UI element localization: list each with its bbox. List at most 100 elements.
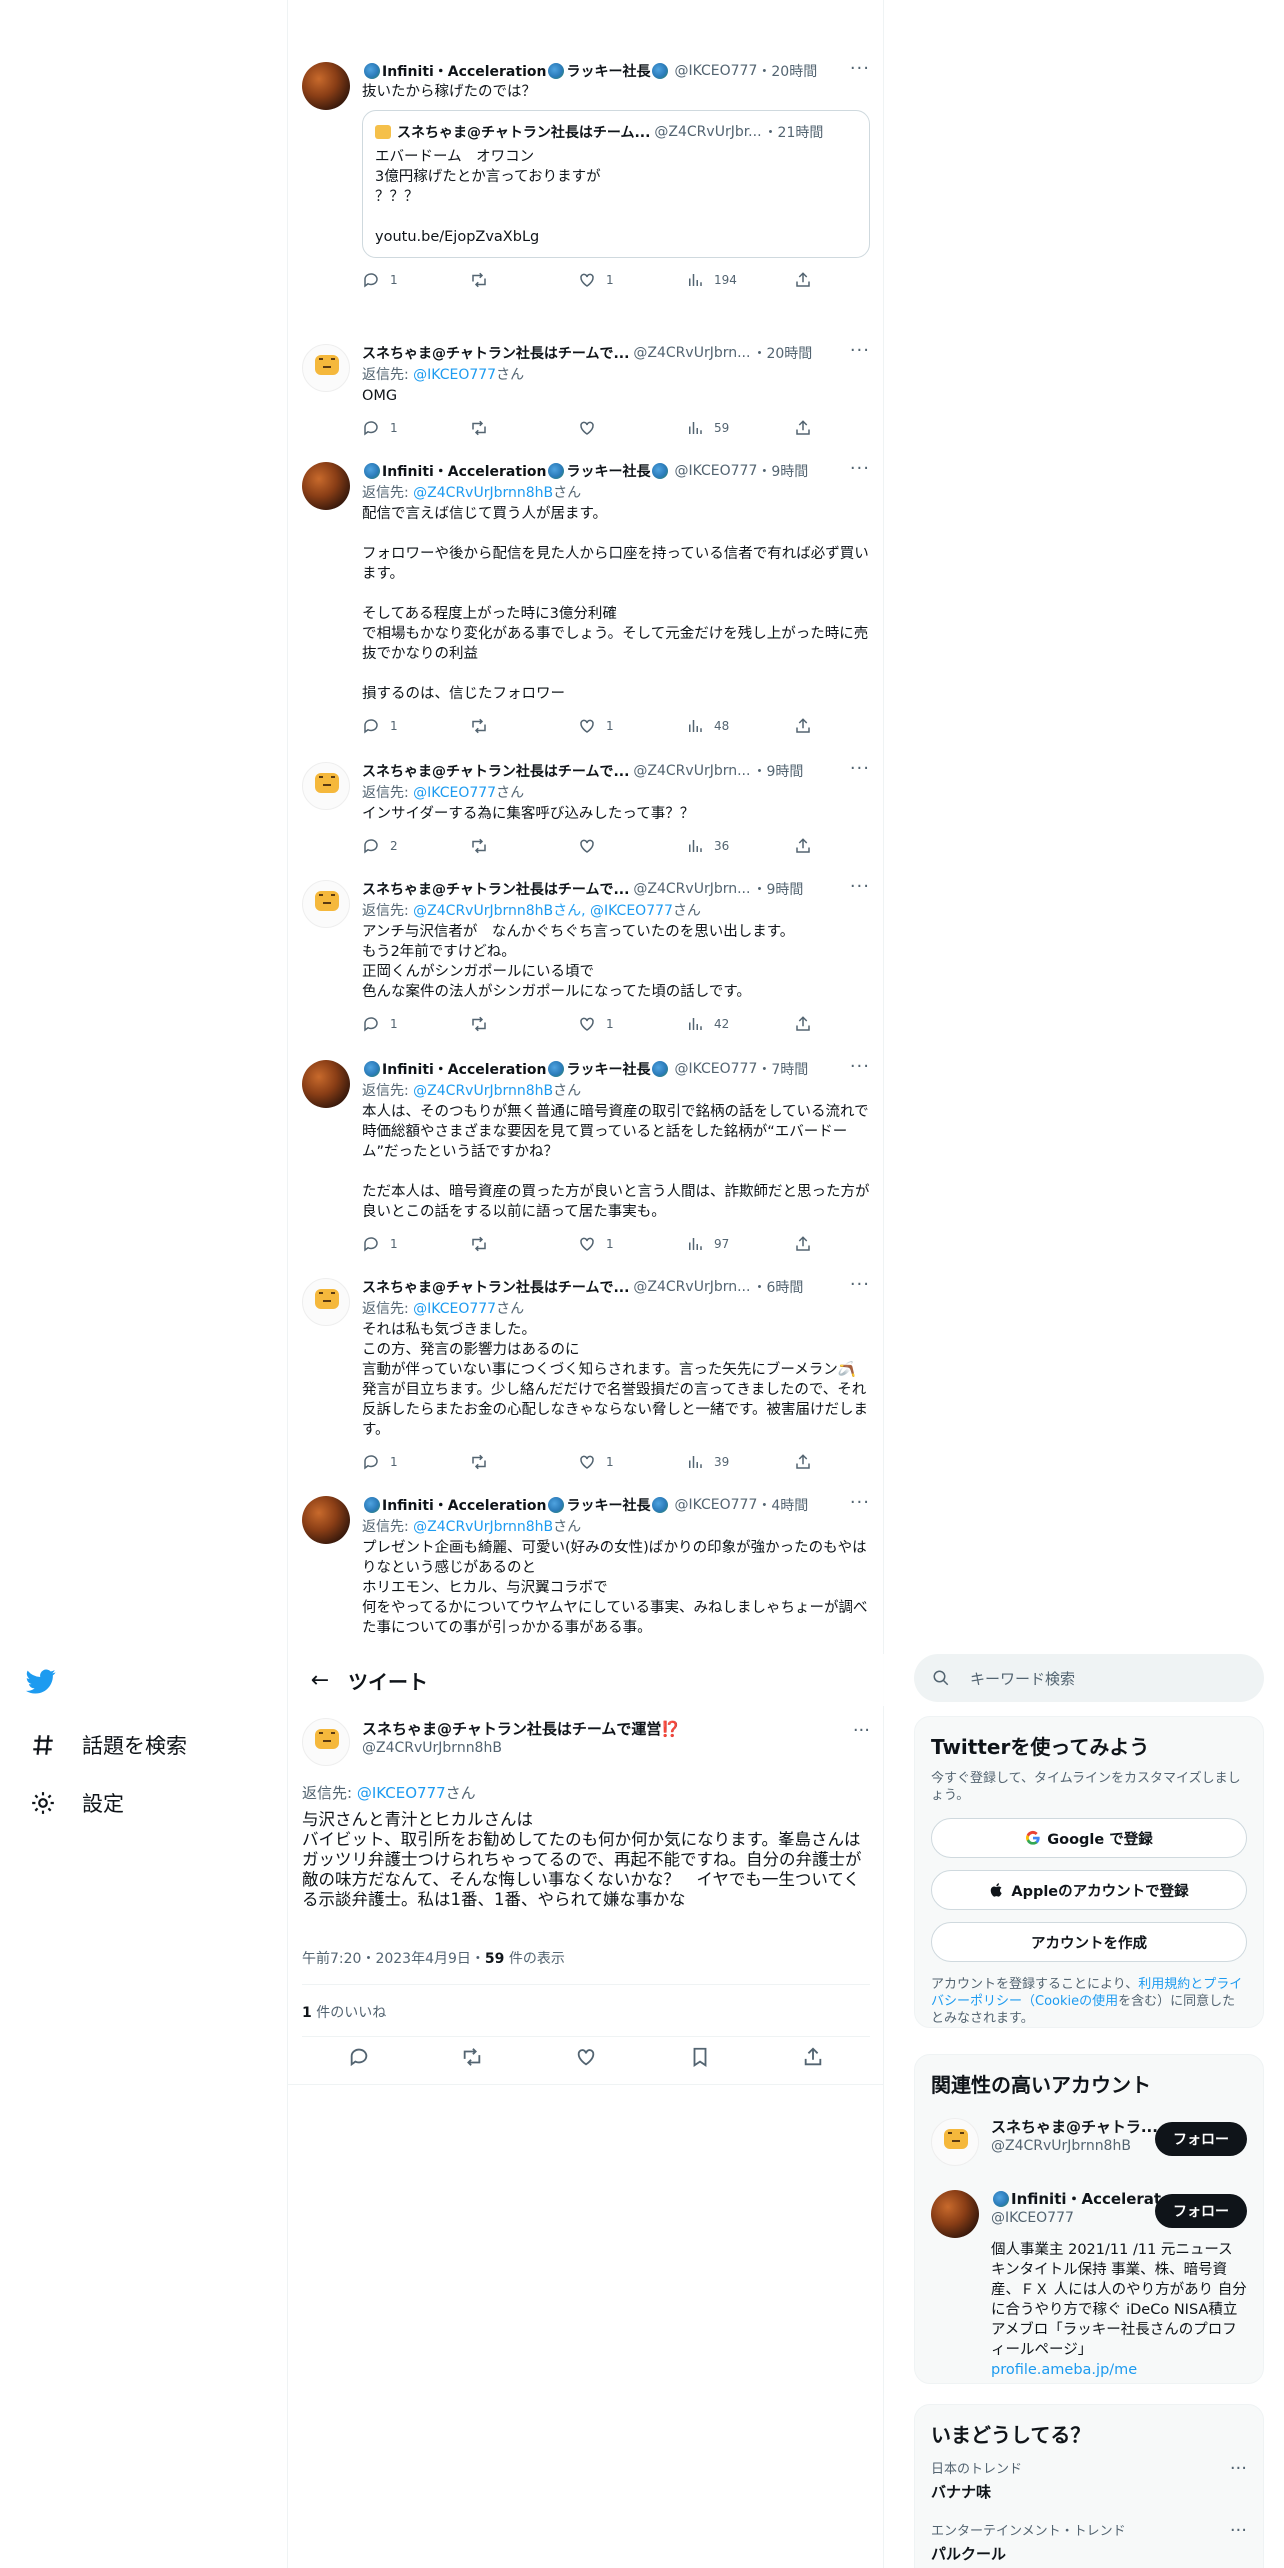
account-name[interactable]: スネちゃま@チャトラ... [991, 2116, 1161, 2137]
reply-button[interactable]: 1 [362, 1235, 470, 1253]
follow-button[interactable]: フォロー [1155, 2122, 1247, 2156]
author-handle[interactable]: @IKCEO777 [674, 1061, 757, 1077]
avatar[interactable] [302, 62, 350, 110]
nav-settings[interactable]: 設定 [26, 1774, 256, 1832]
tweet[interactable]: Infiniti・Acceleration ラッキー社長 @IKCEO777 ・… [288, 440, 884, 740]
tweet[interactable]: スネちゃま@チャトラン社長はチームで... @Z4CRvUrJbrn... ・9… [288, 858, 884, 1038]
avatar[interactable] [302, 344, 350, 392]
tweet-time[interactable]: ・7時間 [757, 1059, 808, 1079]
tweet-time[interactable]: ・9時間 [752, 879, 803, 899]
tweet-time[interactable]: ・9時間 [757, 461, 808, 481]
account-bio-link[interactable]: profile.ameba.jp/me [991, 2360, 1247, 2380]
tweet-time[interactable]: ・4時間 [757, 1495, 808, 1515]
quoted-tweet[interactable]: スネちゃま@チャトラン社長はチーム... @Z4CRvUrJbr... ・21時… [362, 110, 870, 258]
likes-summary[interactable]: 1 件のいいね [302, 2002, 386, 2022]
retweet-button[interactable] [470, 837, 578, 855]
views-button[interactable]: 194 [686, 271, 794, 289]
avatar[interactable] [931, 2190, 979, 2238]
tweet-timestamp[interactable]: 午前7:20・2023年4月9日・ [302, 1951, 485, 1967]
avatar[interactable] [302, 1060, 350, 1108]
tweet-time[interactable]: ・20時間 [757, 61, 817, 81]
avatar[interactable] [302, 1718, 350, 1766]
bookmark-icon[interactable] [689, 2046, 711, 2068]
author-handle[interactable]: @Z4CRvUrJbrnn8hB [362, 1740, 502, 1756]
author-name[interactable]: スネちゃま@チャトラン社長はチームで運営⁉️ [362, 1718, 680, 1739]
like-button[interactable]: 1 [578, 1015, 686, 1033]
nav-explore[interactable]: 話題を検索 [26, 1716, 256, 1774]
share-icon[interactable] [802, 2046, 824, 2068]
share-button[interactable] [794, 1235, 822, 1253]
tweet[interactable]: スネちゃま@チャトラン社長はチームで... @Z4CRvUrJbrn... ・2… [288, 322, 884, 440]
tweet-time[interactable]: ・20時間 [752, 343, 812, 363]
create-account-button[interactable]: アカウントを作成 [931, 1922, 1247, 1962]
author-name[interactable]: Infiniti・Acceleration [382, 61, 546, 81]
more-icon[interactable]: ··· [1230, 2520, 1247, 2541]
reply-button[interactable]: 1 [362, 1015, 470, 1033]
tweet-time[interactable]: ・9時間 [752, 761, 803, 781]
avatar[interactable] [302, 462, 350, 510]
more-icon[interactable]: ··· [850, 60, 870, 78]
author-name[interactable]: スネちゃま@チャトラン社長はチームで... [362, 343, 629, 363]
more-icon[interactable]: ··· [850, 878, 870, 896]
retweet-button[interactable] [470, 419, 578, 437]
more-icon[interactable]: ··· [850, 460, 870, 478]
avatar[interactable] [302, 1496, 350, 1544]
heart-icon[interactable] [575, 2046, 597, 2068]
avatar[interactable] [302, 880, 350, 928]
share-button[interactable] [794, 419, 822, 437]
trend-item[interactable]: エンターテインメント・トレンド パルクール ··· [931, 2520, 1247, 2568]
retweet-button[interactable] [470, 717, 578, 735]
reply-to-link[interactable]: @IKCEO777 [413, 1301, 496, 1317]
more-icon[interactable]: ··· [850, 1276, 870, 1294]
author-name[interactable]: スネちゃま@チャトラン社長はチームで... [362, 1277, 629, 1297]
reply-to-link[interactable]: @Z4CRvUrJbrnn8hBさん, @IKCEO777 [413, 903, 673, 919]
reply-button[interactable]: 1 [362, 419, 470, 437]
tweet[interactable]: Infiniti・Acceleration ラッキー社長 @IKCEO777 ・… [288, 1038, 884, 1256]
share-button[interactable] [794, 717, 822, 735]
reply-to-link[interactable]: @IKCEO777 [357, 1784, 446, 1802]
tweet[interactable]: スネちゃま@チャトラン社長はチームで... @Z4CRvUrJbrn... ・6… [288, 1256, 884, 1474]
share-button[interactable] [794, 837, 822, 855]
like-button[interactable]: 1 [578, 1453, 686, 1471]
reply-button[interactable]: 1 [362, 1453, 470, 1471]
account-item[interactable]: スネちゃま@チャトラ... @Z4CRvUrJbrnn8hB フォロー [931, 2108, 1247, 2180]
author-name[interactable]: Infiniti・Acceleration [382, 1059, 546, 1079]
views-button[interactable]: 97 [686, 1235, 794, 1253]
more-icon[interactable]: ··· [850, 342, 870, 360]
reply-button[interactable]: 1 [362, 271, 470, 289]
like-button[interactable]: 1 [578, 717, 686, 735]
reply-to-link[interactable]: @IKCEO777 [413, 367, 496, 383]
views-button[interactable]: 39 [686, 1453, 794, 1471]
like-button[interactable]: 1 [578, 1235, 686, 1253]
author-handle[interactable]: @IKCEO777 [674, 463, 757, 479]
like-button[interactable] [578, 419, 686, 437]
author-handle[interactable]: @Z4CRvUrJbrn... [633, 763, 750, 779]
reply-to-link[interactable]: @Z4CRvUrJbrnn8hB [413, 1083, 553, 1099]
more-icon[interactable]: ··· [853, 1720, 870, 1741]
more-icon[interactable]: ··· [850, 1494, 870, 1512]
views-button[interactable]: 42 [686, 1015, 794, 1033]
author-name[interactable]: Infiniti・Acceleration [382, 1495, 546, 1515]
like-button[interactable] [578, 837, 686, 855]
retweet-button[interactable] [470, 271, 578, 289]
apple-signup-button[interactable]: Appleのアカウントで登録 [931, 1870, 1247, 1910]
retweet-icon[interactable] [461, 2046, 483, 2068]
views-button[interactable]: 36 [686, 837, 794, 855]
account-name[interactable]: Infiniti・Accelerati... [991, 2188, 1161, 2209]
tweet-time[interactable]: ・6時間 [752, 1277, 803, 1297]
views-button[interactable]: 48 [686, 717, 794, 735]
author-name[interactable]: スネちゃま@チャトラン社長はチームで... [362, 761, 629, 781]
views-button[interactable]: 59 [686, 419, 794, 437]
back-arrow-icon[interactable]: ← [300, 1668, 340, 1693]
more-icon[interactable]: ··· [850, 760, 870, 778]
reply-button[interactable]: 1 [362, 717, 470, 735]
search-box[interactable]: キーワード検索 [914, 1654, 1264, 1702]
retweet-button[interactable] [470, 1015, 578, 1033]
author-handle[interactable]: @IKCEO777 [674, 1497, 757, 1513]
share-button[interactable] [794, 1015, 822, 1033]
author-handle[interactable]: @Z4CRvUrJbrn... [633, 1279, 750, 1295]
more-icon[interactable]: ··· [850, 1058, 870, 1076]
google-signup-button[interactable]: Google で登録 [931, 1818, 1247, 1858]
account-item[interactable]: Infiniti・Accelerati... @IKCEO777 フォロー [931, 2180, 1247, 2252]
author-handle[interactable]: @IKCEO777 [674, 63, 757, 79]
